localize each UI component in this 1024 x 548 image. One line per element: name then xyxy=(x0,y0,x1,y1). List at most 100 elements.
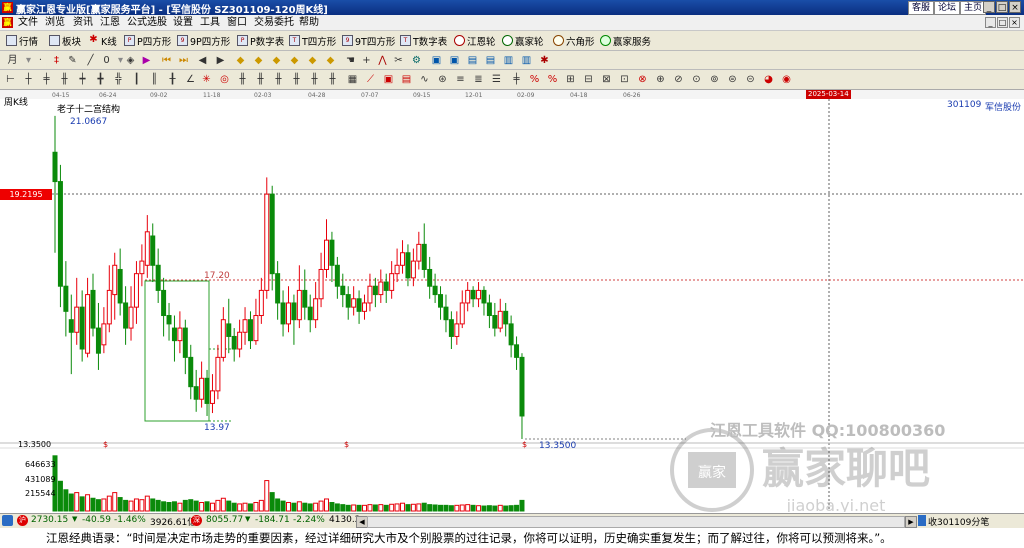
fan-icon[interactable]: ✳ xyxy=(200,73,213,86)
bars-icon-9[interactable]: ╂ xyxy=(166,73,179,86)
tool-icon-c[interactable]: ⊠ xyxy=(600,73,613,86)
bars-icon-6[interactable]: ╬ xyxy=(112,73,125,86)
window-icon-6[interactable]: ▥ xyxy=(520,54,533,67)
maximize-button[interactable]: □ xyxy=(996,1,1008,13)
bars-icon-1[interactable]: ┼ xyxy=(22,73,35,86)
diamond-icon-6[interactable]: ◆ xyxy=(324,54,337,67)
chart-area[interactable]: 04-15 06-24 09-02 11-18 02-03 04-28 07-07 09-15… xyxy=(0,90,1024,515)
link-customer-service[interactable]: 客服 xyxy=(908,1,935,15)
grid-icon-4[interactable]: ╫ xyxy=(272,73,285,86)
lines-icon-2[interactable]: ≣ xyxy=(472,73,485,86)
first-icon[interactable]: ⏮ xyxy=(160,54,173,67)
lines-icon-3[interactable]: ☰ xyxy=(490,73,503,86)
dot-icon[interactable]: · xyxy=(34,54,47,67)
tool-hexagon[interactable]: 六角形 xyxy=(553,33,595,48)
kline-chart[interactable]: 04-15 06-24 09-02 11-18 02-03 04-28 07-07 09-15… xyxy=(0,90,1024,515)
menu-tools[interactable]: 工具 xyxy=(200,16,220,29)
tool-icon-j[interactable]: ⊜ xyxy=(726,73,739,86)
tool-winner-service[interactable]: 赢家服务 xyxy=(600,33,651,48)
tool-icon-g[interactable]: ⊘ xyxy=(672,73,685,86)
tool-icon-k[interactable]: ⊝ xyxy=(744,73,757,86)
menu-formula-picker[interactable]: 公式选股 xyxy=(127,16,167,29)
bars-icon-8[interactable]: ║ xyxy=(148,73,161,86)
minimize-button[interactable]: _ xyxy=(983,1,995,13)
window-icon-2[interactable]: ▣ xyxy=(448,54,461,67)
bars-icon-4[interactable]: ┿ xyxy=(76,73,89,86)
menu-settings[interactable]: 设置 xyxy=(173,16,193,29)
color-picker-icon[interactable]: ◈ xyxy=(124,54,137,67)
tool-icon-h[interactable]: ⊙ xyxy=(690,73,703,86)
bars-icon-7[interactable]: ┃ xyxy=(130,73,143,86)
scroll-right-button[interactable]: ▶ xyxy=(905,516,917,528)
window-icon-5[interactable]: ▥ xyxy=(502,54,515,67)
flag-icon[interactable]: ▶ xyxy=(140,54,153,67)
window-icon-1[interactable]: ▣ xyxy=(430,54,443,67)
trade-icon[interactable] xyxy=(918,515,926,526)
target-icon[interactable]: ◎ xyxy=(218,73,231,86)
tool-icon-b[interactable]: ⊟ xyxy=(582,73,595,86)
child-close-button[interactable]: × xyxy=(1009,17,1020,28)
pie-icon[interactable]: ◕ xyxy=(762,73,775,86)
angle-icon[interactable]: ∠ xyxy=(184,73,197,86)
line-icon[interactable]: ╱ xyxy=(84,54,97,67)
tool-t-square[interactable]: T T四方形 xyxy=(289,33,336,48)
tool-sectors[interactable]: 板块 xyxy=(49,33,81,48)
chart-icon[interactable]: ✱ xyxy=(538,54,551,67)
menu-file[interactable]: 文件 xyxy=(18,16,38,29)
diamond-icon-2[interactable]: ◆ xyxy=(252,54,265,67)
tool-icon-e[interactable]: ⊗ xyxy=(636,73,649,86)
menu-help[interactable]: 帮助 xyxy=(299,16,319,29)
zigzag-icon[interactable]: ⋀ xyxy=(376,54,389,67)
hand-icon[interactable]: ☚ xyxy=(344,54,357,67)
gear-icon[interactable]: ⚙ xyxy=(410,54,423,67)
percent-icon-2[interactable]: % xyxy=(546,73,559,86)
tool-t-table[interactable]: T T数字表 xyxy=(400,33,447,48)
crosshair-icon[interactable]: + xyxy=(360,54,373,67)
child-restore-button[interactable]: □ xyxy=(997,17,1008,28)
sh-index-icon[interactable]: 沪 xyxy=(17,515,28,526)
cursor-icon[interactable]: ⊢ xyxy=(4,73,17,86)
bars-icon-5[interactable]: ╋ xyxy=(94,73,107,86)
triangle-right-icon[interactable]: ▶ xyxy=(214,54,227,67)
mark-icon[interactable]: ‡ xyxy=(50,54,63,67)
scissors-icon[interactable]: ✂ xyxy=(392,54,405,67)
tool-9p-square[interactable]: 9 9P四方形 xyxy=(177,33,230,48)
diamond-icon-4[interactable]: ◆ xyxy=(288,54,301,67)
sz-index-icon[interactable]: 深 xyxy=(191,515,202,526)
menu-browse[interactable]: 浏览 xyxy=(45,16,65,29)
tool-p-table[interactable]: P P数字表 xyxy=(237,33,284,48)
globe-icon[interactable]: ◉ xyxy=(780,73,793,86)
digit-icon[interactable]: 0 xyxy=(100,54,113,67)
tool-gann-wheel[interactable]: 江恩轮 xyxy=(454,33,496,48)
child-minimize-button[interactable]: _ xyxy=(985,17,996,28)
tool-icon-i[interactable]: ⊚ xyxy=(708,73,721,86)
grid-icon-6[interactable]: ╫ xyxy=(308,73,321,86)
link-forum[interactable]: 论坛 xyxy=(934,1,961,15)
tool-p-square[interactable]: P P四方形 xyxy=(124,33,171,48)
pen-icon[interactable]: ✎ xyxy=(66,54,79,67)
bars-icon-3[interactable]: ╫ xyxy=(58,73,71,86)
fib-icon[interactable]: ▤ xyxy=(400,73,413,86)
diamond-icon-3[interactable]: ◆ xyxy=(270,54,283,67)
menu-gann[interactable]: 江恩 xyxy=(100,16,120,29)
diamond-icon-1[interactable]: ◆ xyxy=(234,54,247,67)
tool-icon-d[interactable]: ⊡ xyxy=(618,73,631,86)
menu-window[interactable]: 窗口 xyxy=(227,16,247,29)
spiral-icon[interactable]: ⊛ xyxy=(436,73,449,86)
horizontal-scrollbar[interactable] xyxy=(367,516,905,528)
tool-icon-a[interactable]: ⊞ xyxy=(564,73,577,86)
bars-icon-2[interactable]: ╪ xyxy=(40,73,53,86)
wave-icon[interactable]: ∿ xyxy=(418,73,431,86)
ruler-icon[interactable]: ╪ xyxy=(510,73,523,86)
diamond-icon-5[interactable]: ◆ xyxy=(306,54,319,67)
triangle-left-icon[interactable]: ◀ xyxy=(196,54,209,67)
tool-9t-square[interactable]: 9 9T四方形 xyxy=(342,33,395,48)
next-icon[interactable]: ⏭ xyxy=(177,54,190,67)
tool-kline[interactable]: ✱ K线 xyxy=(88,33,116,48)
grid-icon-7[interactable]: ╫ xyxy=(326,73,339,86)
grid-icon-3[interactable]: ╫ xyxy=(254,73,267,86)
channel-icon[interactable]: ▦ xyxy=(346,73,359,86)
menu-news[interactable]: 资讯 xyxy=(73,16,93,29)
tool-winner-wheel[interactable]: 赢家轮 xyxy=(502,33,544,48)
trend-icon[interactable]: ⟋ xyxy=(364,73,377,86)
